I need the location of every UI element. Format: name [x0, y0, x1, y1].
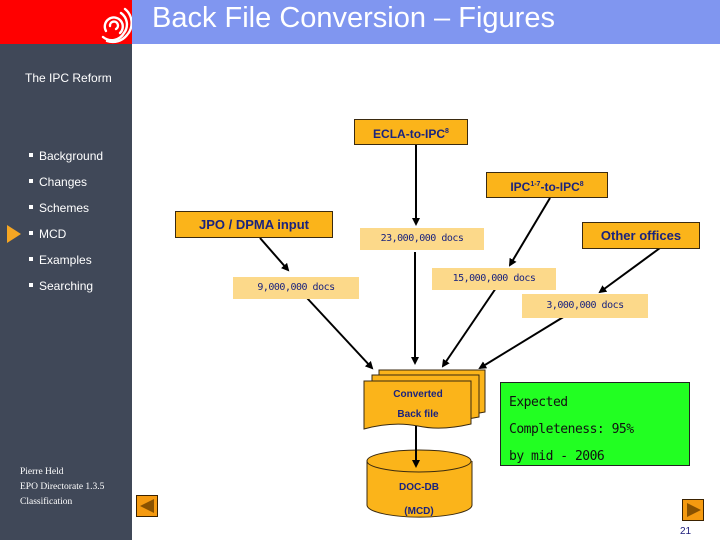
page-number: 21: [680, 526, 692, 537]
arrow-right-icon: [687, 503, 701, 517]
arrow-ipc17-to-count: [508, 197, 551, 267]
other-offices-box: Other offices: [582, 222, 700, 249]
box-label: IPC: [510, 180, 531, 194]
jpo-dpma-input-box: JPO / DPMA input: [175, 211, 333, 238]
count-ipc17: 15,000,000 docs: [432, 268, 556, 290]
superscript: 1-7: [530, 181, 541, 188]
converted-line-2: Back file: [397, 409, 439, 420]
count-other: 3,000,000 docs: [522, 294, 648, 318]
next-slide-button[interactable]: [682, 499, 704, 521]
box-label: -to-IPC: [540, 180, 580, 194]
completeness-line-2: Completeness: 95%: [509, 422, 634, 437]
converted-line-1: Converted: [393, 389, 443, 400]
arrow-3m-to-converted: [478, 315, 566, 370]
ipc17-to-ipc8-box: IPC1-7-to-IPC8: [486, 172, 608, 198]
superscript: 8: [579, 181, 584, 188]
arrow-jpo-to-count: [259, 237, 290, 272]
count-ecla: 23,000,000 docs: [360, 228, 484, 250]
arrow-9m-to-converted: [306, 297, 374, 370]
arrow-other-to-count: [598, 247, 661, 294]
completeness-note: Expected Completeness: 95% by mid - 2006: [500, 382, 690, 466]
previous-slide-button[interactable]: [136, 495, 158, 517]
completeness-line-1: Expected: [509, 395, 568, 410]
database-label: DOC-DB (MCD): [366, 476, 472, 524]
box-label: ECLA-to-IPC: [373, 127, 446, 141]
ecla-to-ipc8-box: ECLA-to-IPC8: [354, 119, 468, 145]
converted-backfile-label: Converted Back file: [370, 385, 466, 425]
arrow-left-icon: [140, 499, 154, 513]
database-line-2: (MCD): [404, 506, 434, 517]
completeness-line-3: by mid - 2006: [509, 449, 605, 464]
arrow-15m-to-converted: [441, 287, 497, 368]
superscript: 8: [445, 128, 449, 135]
database-line-1: DOC-DB: [399, 482, 439, 493]
count-jpo: 9,000,000 docs: [233, 277, 359, 299]
